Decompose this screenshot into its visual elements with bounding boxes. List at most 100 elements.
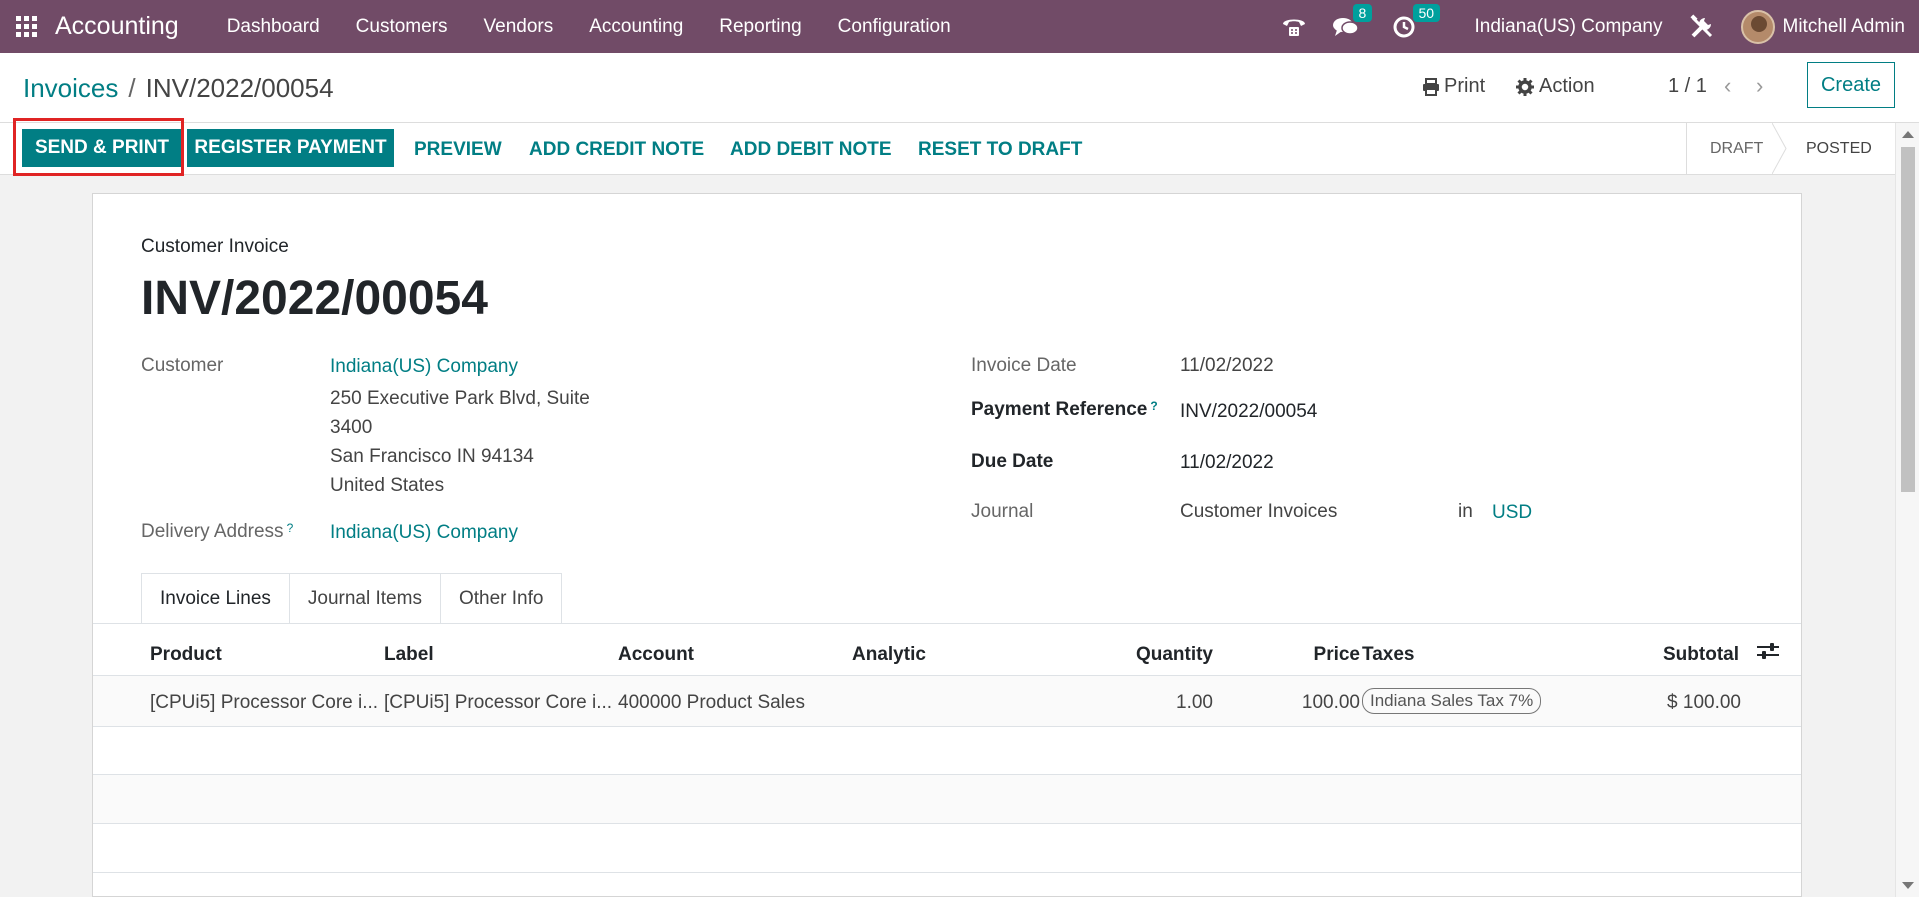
status-arrow-icon xyxy=(1772,123,1787,174)
invoice-date-label: Invoice Date xyxy=(971,355,1077,376)
register-payment-button[interactable]: REGISTER PAYMENT xyxy=(187,129,394,167)
customer-address-line3: San Francisco IN 94134 xyxy=(330,446,534,467)
user-menu[interactable]: Mitchell Admin xyxy=(1783,16,1906,38)
due-date-label: Due Date xyxy=(971,451,1054,472)
payment-reference-help-icon[interactable]: ? xyxy=(1150,399,1157,413)
optional-columns-icon[interactable] xyxy=(1757,642,1779,660)
breadcrumb-invoices[interactable]: Invoices xyxy=(23,73,118,104)
messages-badge: 8 xyxy=(1352,3,1373,22)
preview-button[interactable]: PREVIEW xyxy=(414,139,502,161)
systray: 8 50 Indiana(US) Company Mitchell Admin xyxy=(1281,0,1919,53)
row-subtotal: $ 100.00 xyxy=(1667,692,1741,713)
menu-reporting[interactable]: Reporting xyxy=(701,16,819,38)
statusbar-divider xyxy=(1686,123,1687,174)
pager-value[interactable]: 1 / 1 xyxy=(1668,75,1707,98)
menu-vendors[interactable]: Vendors xyxy=(466,16,572,38)
apps-menu-icon[interactable] xyxy=(16,15,38,38)
debug-tools-icon[interactable] xyxy=(1689,13,1715,40)
delivery-help-icon[interactable]: ? xyxy=(287,521,294,535)
top-navbar: Accounting Dashboard Customers Vendors A… xyxy=(0,0,1919,53)
row-account[interactable]: 400000 Product Sales xyxy=(618,692,805,714)
pager-next-icon[interactable]: › xyxy=(1756,73,1763,99)
invoice-number: INV/2022/00054 xyxy=(141,272,488,325)
company-switcher[interactable]: Indiana(US) Company xyxy=(1475,16,1663,38)
activity-clock-icon[interactable]: 50 xyxy=(1393,3,1441,38)
empty-row xyxy=(93,775,1801,824)
notebook-tabs: Invoice Lines Journal Items Other Info xyxy=(141,573,563,624)
invoice-date-value[interactable]: 11/02/2022 xyxy=(1180,355,1274,377)
user-avatar[interactable] xyxy=(1740,9,1775,44)
breadcrumb-current: INV/2022/00054 xyxy=(145,73,334,103)
breadcrumb-separator: / xyxy=(128,73,136,103)
tab-journal-items[interactable]: Journal Items xyxy=(288,573,441,624)
scroll-up-icon[interactable] xyxy=(1902,131,1914,138)
row-price[interactable]: 100.00 xyxy=(1302,692,1360,714)
payment-reference-label: Payment Reference? xyxy=(971,399,1158,421)
menu-configuration[interactable]: Configuration xyxy=(820,16,969,38)
delivery-address-label: Delivery Address? xyxy=(141,521,293,543)
row-quantity[interactable]: 1.00 xyxy=(1176,692,1213,714)
print-menu[interactable]: Print xyxy=(1422,75,1485,98)
printer-icon xyxy=(1423,77,1439,96)
row-label[interactable]: [CPUi5] Processor Core i... xyxy=(384,692,612,714)
action-menu[interactable]: Action xyxy=(1516,75,1595,98)
breadcrumb: Invoices / INV/2022/00054 xyxy=(23,73,334,104)
add-debit-note-button[interactable]: ADD DEBIT NOTE xyxy=(730,139,892,161)
table-header-row: Product Label Account Analytic Quantity … xyxy=(93,624,1801,676)
row-product[interactable]: [CPUi5] Processor Core i... xyxy=(150,692,378,714)
control-panel: Invoices / INV/2022/00054 Print Action 1… xyxy=(0,53,1919,123)
invoice-sheet: Customer Invoice INV/2022/00054 Customer… xyxy=(92,193,1802,897)
main-menu: Dashboard Customers Vendors Accounting R… xyxy=(209,16,969,38)
action-label: Action xyxy=(1539,75,1595,97)
col-quantity[interactable]: Quantity xyxy=(1136,644,1213,666)
add-credit-note-button[interactable]: ADD CREDIT NOTE xyxy=(529,139,704,161)
form-action-bar: SEND & PRINT REGISTER PAYMENT PREVIEW AD… xyxy=(0,123,1919,175)
col-label[interactable]: Label xyxy=(384,644,434,666)
document-type: Customer Invoice xyxy=(141,236,289,257)
send-print-button[interactable]: SEND & PRINT xyxy=(22,129,182,167)
col-account[interactable]: Account xyxy=(618,644,694,666)
menu-accounting[interactable]: Accounting xyxy=(571,16,701,38)
delivery-address-link[interactable]: Indiana(US) Company xyxy=(330,522,518,544)
menu-customers[interactable]: Customers xyxy=(338,16,466,38)
row-tax-tag[interactable]: Indiana Sales Tax 7% xyxy=(1362,688,1542,714)
gear-icon xyxy=(1516,77,1534,96)
customer-address-line1: 250 Executive Park Blvd, Suite xyxy=(330,388,590,409)
messages-icon[interactable]: 8 xyxy=(1332,3,1373,38)
app-name[interactable]: Accounting xyxy=(55,12,179,41)
payment-reference-value[interactable]: INV/2022/00054 xyxy=(1180,401,1317,423)
tab-other-info[interactable]: Other Info xyxy=(439,573,563,624)
invoice-lines-table: Product Label Account Analytic Quantity … xyxy=(93,624,1801,873)
delivery-address-label-text: Delivery Address xyxy=(141,521,284,542)
scroll-down-icon[interactable] xyxy=(1902,882,1914,889)
table-row[interactable]: [CPUi5] Processor Core i... [CPUi5] Proc… xyxy=(93,676,1801,727)
create-button[interactable]: Create xyxy=(1807,62,1895,108)
activities-badge: 50 xyxy=(1412,3,1441,22)
phone-icon[interactable] xyxy=(1281,16,1307,38)
status-draft: DRAFT xyxy=(1710,139,1764,157)
pager-previous-icon[interactable]: ‹ xyxy=(1724,73,1731,99)
customer-address-line4: United States xyxy=(330,475,445,496)
col-analytic[interactable]: Analytic xyxy=(852,644,926,666)
currency-link[interactable]: USD xyxy=(1492,502,1532,524)
menu-dashboard[interactable]: Dashboard xyxy=(209,16,338,38)
reset-to-draft-button[interactable]: RESET TO DRAFT xyxy=(918,139,1082,161)
page-scrollbar[interactable] xyxy=(1895,123,1919,897)
customer-address-line2: 3400 xyxy=(330,417,373,438)
scrollbar-thumb[interactable] xyxy=(1901,147,1915,492)
journal-value[interactable]: Customer Invoices xyxy=(1180,501,1337,523)
col-product[interactable]: Product xyxy=(150,644,222,666)
payment-reference-label-text: Payment Reference xyxy=(971,399,1148,420)
col-taxes[interactable]: Taxes xyxy=(1362,644,1414,666)
tab-invoice-lines[interactable]: Invoice Lines xyxy=(141,573,290,624)
col-subtotal[interactable]: Subtotal xyxy=(1663,644,1739,666)
due-date-value[interactable]: 11/02/2022 xyxy=(1180,452,1274,474)
customer-link[interactable]: Indiana(US) Company xyxy=(330,356,518,378)
col-price[interactable]: Price xyxy=(1314,644,1360,666)
customer-label: Customer xyxy=(141,355,224,376)
print-label: Print xyxy=(1444,75,1486,97)
status-posted: POSTED xyxy=(1806,139,1872,157)
empty-row xyxy=(93,727,1801,775)
empty-row xyxy=(93,824,1801,873)
in-label: in xyxy=(1458,501,1473,522)
